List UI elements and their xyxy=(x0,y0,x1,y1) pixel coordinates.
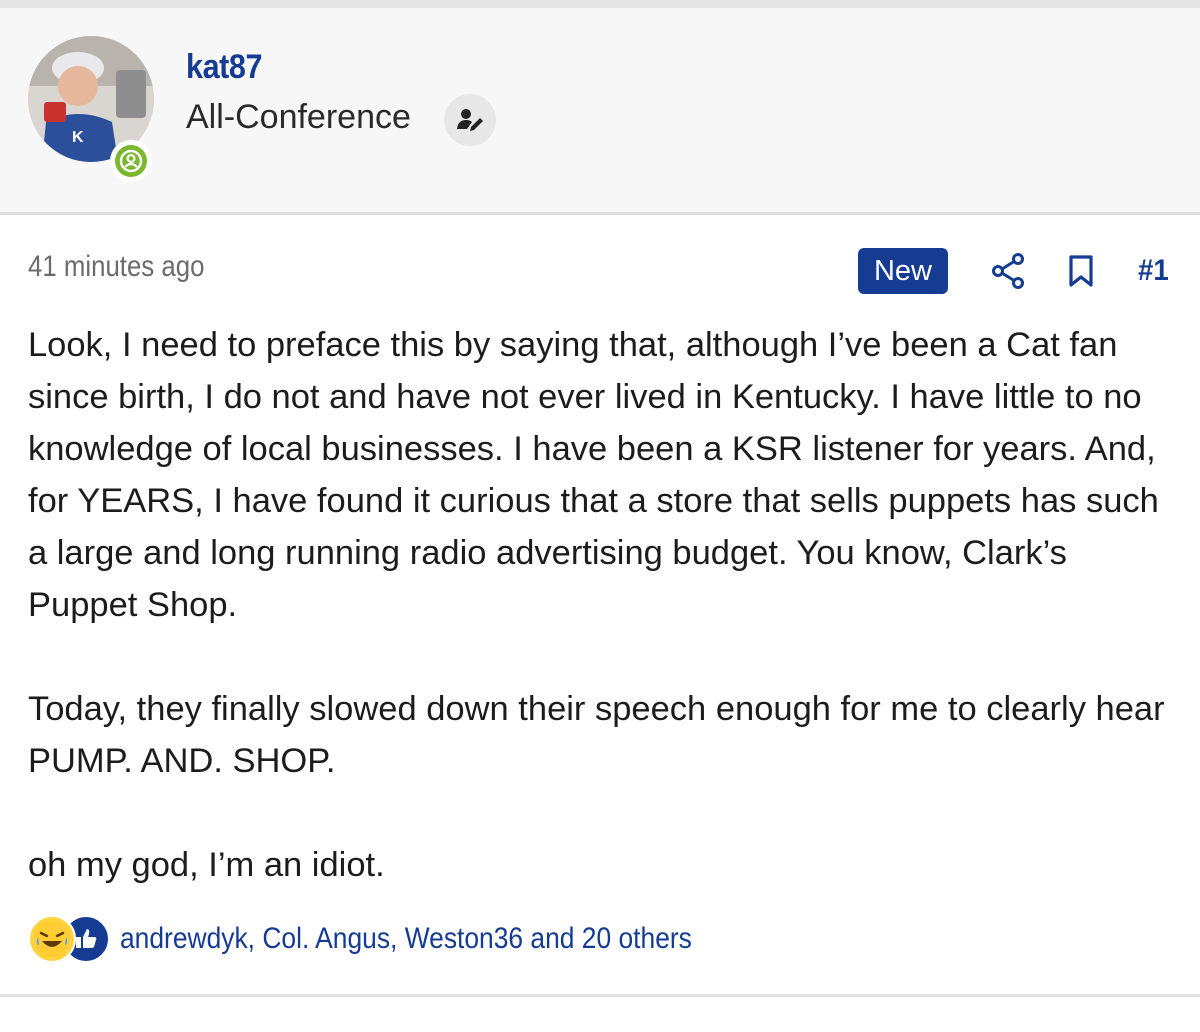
online-status-icon xyxy=(110,140,152,182)
bookmark-icon[interactable] xyxy=(1066,254,1096,288)
post-timestamp[interactable]: 41 minutes ago xyxy=(28,250,204,284)
reactions-bar[interactable]: andrewdyk, Col. Angus, Weston36 and 20 o… xyxy=(28,914,770,964)
author-user-title: All-Conference xyxy=(186,98,411,136)
user-edit-icon[interactable] xyxy=(444,94,496,146)
post-paragraph: Look, I need to preface this by saying t… xyxy=(28,326,1159,624)
svg-text:K: K xyxy=(72,129,84,146)
author-username[interactable]: kat87 xyxy=(186,48,262,87)
post-author-header: K kat87 All-Conference xyxy=(0,8,1200,215)
new-post-badge: New xyxy=(858,248,948,294)
reaction-users-link[interactable]: andrewdyk, Col. Angus, Weston36 and 20 o… xyxy=(120,922,692,956)
post-paragraph: oh my god, I’m an idiot. xyxy=(28,846,385,884)
bottom-divider xyxy=(0,994,1200,997)
post-paragraph: Today, they finally slowed down their sp… xyxy=(28,690,1165,780)
post-body: Look, I need to preface this by saying t… xyxy=(28,319,1178,891)
post-number-link[interactable]: #1 xyxy=(1138,254,1169,288)
top-divider xyxy=(0,0,1200,8)
share-icon[interactable] xyxy=(990,252,1026,290)
laughing-emoji-icon xyxy=(28,915,76,963)
